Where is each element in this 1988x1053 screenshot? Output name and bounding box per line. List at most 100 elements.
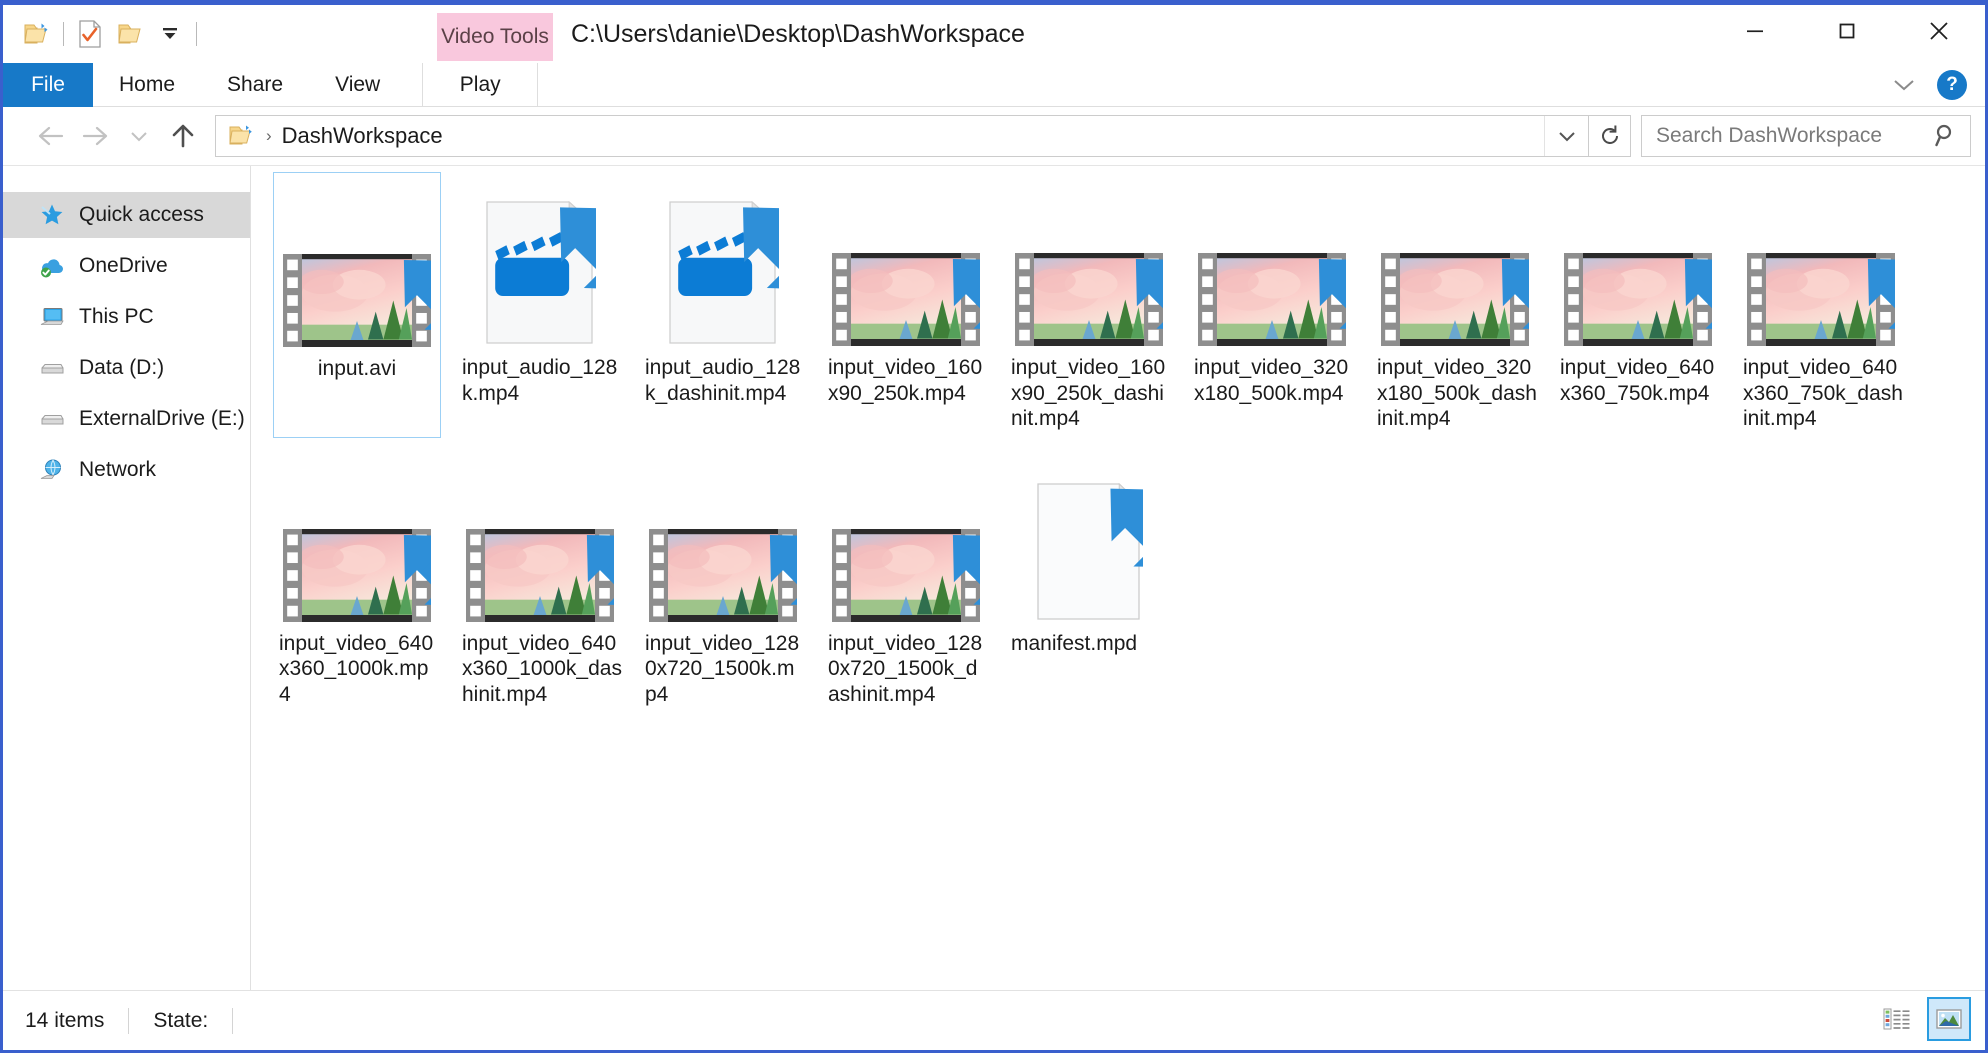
file-name-label: input_video_160x90_250k_dashinit.mp4 [1011, 356, 1166, 431]
forward-button[interactable] [73, 114, 117, 158]
file-name-label: input_video_160x90_250k.mp4 [828, 356, 983, 405]
item-count-label: 14 items [25, 1008, 105, 1032]
properties-icon[interactable] [70, 14, 110, 54]
tab-home[interactable]: Home [93, 63, 201, 107]
tab-play[interactable]: Play [422, 63, 539, 107]
sidebar-item-quick-access[interactable]: Quick access [3, 192, 250, 238]
clapperboard-document-icon [643, 176, 803, 348]
video-filmstrip-thumbnail [1558, 176, 1718, 348]
this-pc-monitor-icon [39, 304, 65, 330]
onedrive-cloud-icon [39, 253, 65, 279]
ribbon-tab-strip: File Home Share View Play ? [3, 63, 1985, 107]
contextual-tab-group-label: Video Tools [437, 13, 553, 61]
explorer-folder-icon[interactable] [17, 14, 57, 54]
file-item[interactable]: input_video_640x360_1000k.mp4 [273, 448, 441, 714]
file-item[interactable]: input_video_1280x720_1500k.mp4 [639, 448, 807, 714]
file-name-label: input_audio_128k_dashinit.mp4 [645, 356, 801, 405]
new-folder-icon[interactable] [110, 14, 150, 54]
file-item[interactable]: input_audio_128k.mp4 [456, 172, 624, 438]
file-item[interactable]: input_video_640x360_750k_dashinit.mp4 [1737, 172, 1905, 438]
search-box[interactable] [1641, 115, 1971, 157]
sidebar-item-network[interactable]: Network [3, 447, 250, 493]
file-name-label: input_video_640x360_750k_dashinit.mp4 [1743, 356, 1903, 431]
window-controls [1709, 5, 1985, 57]
clapperboard-document-icon [460, 176, 620, 348]
sidebar-item-label: Data (D:) [79, 356, 165, 379]
file-item[interactable]: manifest.mpd [1005, 448, 1173, 714]
minimize-button[interactable] [1709, 5, 1801, 57]
help-icon[interactable]: ? [1937, 70, 1967, 100]
tab-file[interactable]: File [3, 63, 93, 107]
state-label: State: [153, 1008, 209, 1032]
file-item[interactable]: input_video_640x360_750k.mp4 [1554, 172, 1722, 438]
pinned-star-icon [39, 202, 65, 228]
navigation-pane: Quick access OneDrive This PC Data (D:) … [3, 166, 251, 993]
breadcrumb: › DashWorkspace [216, 123, 443, 149]
tab-share[interactable]: Share [201, 63, 309, 107]
sidebar-item-externaldrive-e[interactable]: ExternalDrive (E:) [3, 396, 250, 442]
title-bar: Video Tools C:\Users\danie\Desktop\DashW… [3, 5, 1985, 63]
sidebar-item-onedrive[interactable]: OneDrive [3, 243, 250, 289]
file-name-label: input_video_320x180_500k_dashinit.mp4 [1377, 356, 1537, 431]
video-filmstrip-thumbnail [1375, 176, 1535, 348]
file-list-pane[interactable]: input.avi input_audio_128k.mp4 input_aud… [251, 166, 1985, 993]
large-icons-view-button[interactable] [1927, 997, 1971, 1041]
video-filmstrip-thumbnail [1192, 176, 1352, 348]
file-item[interactable]: input_audio_128k_dashinit.mp4 [639, 172, 807, 438]
blank-document-icon [1009, 452, 1169, 624]
maximize-button[interactable] [1801, 5, 1893, 57]
file-name-label: input.avi [317, 357, 397, 380]
window-title-path: C:\Users\danie\Desktop\DashWorkspace [571, 19, 1025, 48]
breadcrumb-dropdown-icon[interactable] [1544, 116, 1588, 156]
file-name-label: input_video_640x360_750k.mp4 [1560, 356, 1715, 405]
sidebar-item-label: Quick access [79, 203, 204, 226]
quick-access-toolbar [3, 5, 203, 63]
hard-drive-icon [39, 406, 65, 432]
qat-separator-1 [63, 22, 64, 46]
sidebar-item-label: ExternalDrive (E:) [79, 407, 245, 430]
close-button[interactable] [1893, 5, 1985, 57]
explorer-body: Quick access OneDrive This PC Data (D:) … [3, 165, 1985, 993]
chevron-down-icon[interactable] [1881, 65, 1927, 105]
qat-separator-2 [196, 22, 197, 46]
file-item[interactable]: input_video_160x90_250k.mp4 [822, 172, 990, 438]
file-name-label: input_video_640x360_1000k_dashinit.mp4 [462, 631, 622, 707]
file-item[interactable]: input_video_320x180_500k_dashinit.mp4 [1371, 172, 1539, 438]
file-grid: input.avi input_audio_128k.mp4 input_aud… [273, 172, 1985, 724]
breadcrumb-bar[interactable]: › DashWorkspace [215, 115, 1589, 157]
search-icon[interactable] [1934, 123, 1958, 154]
refresh-button[interactable] [1589, 115, 1631, 157]
sidebar-item-data-d[interactable]: Data (D:) [3, 345, 250, 391]
video-filmstrip-thumbnail [826, 452, 986, 624]
file-name-label: input_video_1280x720_1500k_dashinit.mp4 [828, 631, 983, 707]
video-filmstrip-thumbnail [826, 176, 986, 348]
file-name-label: manifest.mpd [1011, 631, 1138, 655]
breadcrumb-item-dashworkspace[interactable]: DashWorkspace [282, 123, 443, 149]
video-filmstrip-thumbnail [1009, 176, 1169, 348]
hard-drive-icon [39, 355, 65, 381]
file-item[interactable]: input_video_640x360_1000k_dashinit.mp4 [456, 448, 624, 714]
back-button[interactable] [29, 114, 73, 158]
customize-dropdown-icon[interactable] [150, 14, 190, 54]
file-explorer-window: Video Tools C:\Users\danie\Desktop\DashW… [0, 0, 1988, 1053]
tab-view[interactable]: View [309, 63, 406, 107]
view-mode-buttons [1875, 997, 1971, 1041]
sidebar-item-label: This PC [79, 305, 154, 328]
details-view-button[interactable] [1875, 997, 1919, 1041]
recent-locations-button[interactable] [117, 114, 161, 158]
up-button[interactable] [161, 114, 205, 158]
video-filmstrip-thumbnail [1741, 176, 1901, 348]
network-globe-icon [39, 457, 65, 483]
breadcrumb-folder-icon [228, 124, 256, 148]
sidebar-item-label: Network [79, 458, 157, 481]
file-name-label: input_video_1280x720_1500k.mp4 [645, 631, 800, 707]
breadcrumb-separator-icon: › [266, 126, 272, 145]
file-item[interactable]: input_video_160x90_250k_dashinit.mp4 [1005, 172, 1173, 438]
search-input[interactable] [1642, 123, 1912, 149]
file-item[interactable]: input.avi [273, 172, 441, 438]
file-item[interactable]: input_video_1280x720_1500k_dashinit.mp4 [822, 448, 990, 714]
sidebar-item-this-pc[interactable]: This PC [3, 294, 250, 340]
file-name-label: input_video_640x360_1000k.mp4 [279, 631, 434, 707]
file-item[interactable]: input_video_320x180_500k.mp4 [1188, 172, 1356, 438]
sidebar-item-label: OneDrive [79, 254, 168, 277]
